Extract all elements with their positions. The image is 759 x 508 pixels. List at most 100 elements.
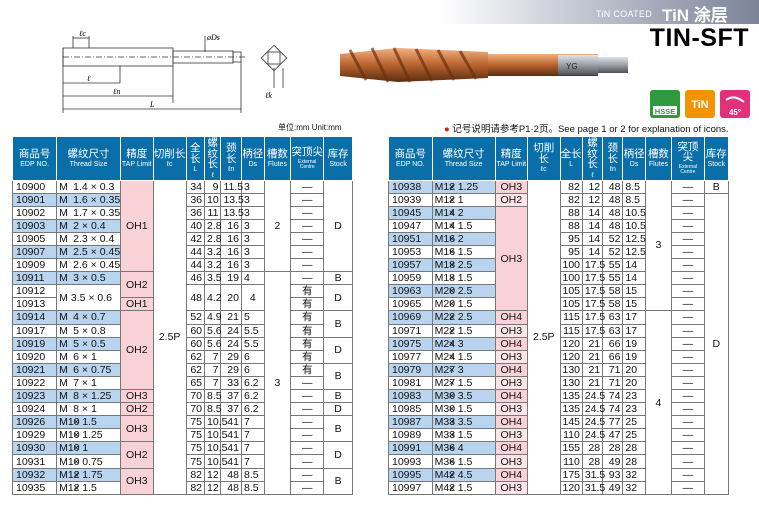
thread-size: × 2 xyxy=(448,232,464,245)
thread-size: 7 × 1 xyxy=(73,376,97,389)
L-cell: 88 xyxy=(559,205,583,220)
edp-cell: 10991 xyxy=(388,441,433,456)
edp-cell: 10971 xyxy=(388,323,433,338)
external-centre-cell: — xyxy=(290,415,325,430)
thread-prefix: M10 xyxy=(59,416,80,429)
external-centre-cell: — xyxy=(290,231,325,246)
edp-cell: 10989 xyxy=(388,428,433,443)
thread-size: × 0.75 xyxy=(73,455,103,468)
thread-size: × 1.5 xyxy=(448,403,473,416)
edp-cell: 10977 xyxy=(388,349,433,364)
tap-limit-cell: OH4 xyxy=(494,467,529,482)
thread-size-cell: M 2 × 0.4 xyxy=(56,218,121,233)
thread-prefix: M10 xyxy=(59,455,80,468)
ln-cell: 77 xyxy=(602,415,624,430)
thread-size: 3 × 0.5 xyxy=(73,272,106,285)
ds-cell: 4 xyxy=(240,271,265,286)
tap-limit-cell: OH2 xyxy=(119,402,154,417)
external-centre-cell: — xyxy=(671,428,705,443)
edp-cell: 10924 xyxy=(11,402,58,417)
ds-cell: 6.2 xyxy=(240,375,265,391)
thread-prefix: M30 xyxy=(434,403,456,416)
stock-cell: B xyxy=(323,415,353,443)
ln-cell: 58 xyxy=(602,284,624,299)
thread-size: 1.4 × 0.3 xyxy=(73,180,115,193)
edp-cell: 10914 xyxy=(11,310,58,325)
L-cell: 42 xyxy=(185,231,206,246)
thread-size: × 1.25 xyxy=(448,180,479,193)
l-cell: 12 xyxy=(204,480,222,495)
L-cell: 82 xyxy=(559,179,583,194)
l-cell: 24.5 xyxy=(581,388,605,404)
thread-prefix: M27 xyxy=(434,376,456,389)
edp-cell: 10983 xyxy=(388,388,433,404)
edp-cell: 10920 xyxy=(11,349,58,364)
tap-limit-cell: OH4 xyxy=(494,310,529,325)
col-size: 螺纹尺寸 Thread Size xyxy=(56,136,121,181)
thread-size: × 4 xyxy=(448,442,464,455)
tap-limit-cell: OH2 xyxy=(494,192,529,207)
thread-prefix: M18 xyxy=(434,272,456,285)
tap-product-image: YG xyxy=(340,47,628,83)
thread-size: × 1.5 xyxy=(448,324,473,337)
col-tap: 精度 TAP Limit xyxy=(119,136,154,181)
l-cell: 28 xyxy=(581,441,604,456)
table-row: 10900 M 1.4 × 0.3 OH1 2.5P 34 9 11.5 3 2— D xyxy=(11,179,353,495)
tap-limit-cell: OH3 xyxy=(119,415,154,443)
ds-cell: 8.5 xyxy=(622,192,646,207)
L-cell: 95 xyxy=(559,231,583,246)
thread-prefix: M12 xyxy=(59,468,80,481)
ln-cell: 28 xyxy=(602,441,624,456)
edp-cell: 10945 xyxy=(388,205,433,220)
l-cell: 21 xyxy=(581,349,604,364)
edp-cell: 10993 xyxy=(388,454,433,469)
l-cell: 14 xyxy=(581,205,604,220)
ln-cell: 33 xyxy=(220,375,242,391)
external-centre-cell: 有 xyxy=(290,362,325,377)
thread-prefix: M xyxy=(59,232,68,245)
l-cell: 10 xyxy=(204,192,222,207)
external-centre-cell: — xyxy=(671,218,705,233)
ds-cell: 20 xyxy=(622,375,646,391)
external-centre-cell: — xyxy=(290,218,325,233)
col-ln: 颈长 ℓn xyxy=(220,136,242,181)
L-cell: 48 xyxy=(185,284,206,312)
ln-cell: 74 xyxy=(602,388,624,404)
edp-cell: 10985 xyxy=(388,402,433,417)
external-centre-cell: — xyxy=(290,375,325,391)
L-cell: 44 xyxy=(185,258,206,273)
L-cell: 75 xyxy=(185,441,206,456)
edp-cell: 10987 xyxy=(388,415,433,430)
ln-cell: 71 xyxy=(602,362,624,377)
thread-size: × 1.5 xyxy=(73,416,97,429)
ds-cell: 6.2 xyxy=(240,402,265,417)
thread-size-cell: M33× 3.5 xyxy=(431,415,496,430)
col-L: 全长 L xyxy=(185,136,206,181)
L-cell: 40 xyxy=(185,218,206,233)
edp-cell: 10947 xyxy=(388,218,433,233)
ln-cell: 37 xyxy=(220,388,242,404)
ds-cell: 25 xyxy=(622,415,646,430)
ds-cell: 17 xyxy=(622,323,646,338)
ds-cell: 8.5 xyxy=(240,480,265,495)
ln-cell: 48 xyxy=(220,467,242,482)
header-title: TiN 涂层 xyxy=(662,6,728,25)
ds-cell: 32 xyxy=(622,480,646,495)
edp-cell: 10997 xyxy=(388,480,433,495)
thread-size: × 1 xyxy=(448,193,464,206)
ds-cell: 5.5 xyxy=(240,336,265,351)
l-cell: 2.8 xyxy=(204,231,222,246)
tap-limit-cell: OH4 xyxy=(494,388,529,404)
thread-size: × 1.5 xyxy=(73,481,97,494)
col-ds: 柄径 Ds xyxy=(622,136,646,181)
col-flutes: 槽数 Flutes xyxy=(263,136,292,181)
ln-cell: 24 xyxy=(220,336,242,351)
thread-size-cell: M30× 1.5 xyxy=(431,402,496,417)
external-centre-cell: 有 xyxy=(290,310,325,325)
ds-cell: 19 xyxy=(622,336,646,351)
label-L: L xyxy=(149,100,155,109)
ln-cell: 19 xyxy=(220,271,242,286)
thread-prefix: M xyxy=(59,403,68,416)
ln-cell: 11.5 xyxy=(220,179,243,194)
ln-cell: 48 xyxy=(220,480,242,495)
